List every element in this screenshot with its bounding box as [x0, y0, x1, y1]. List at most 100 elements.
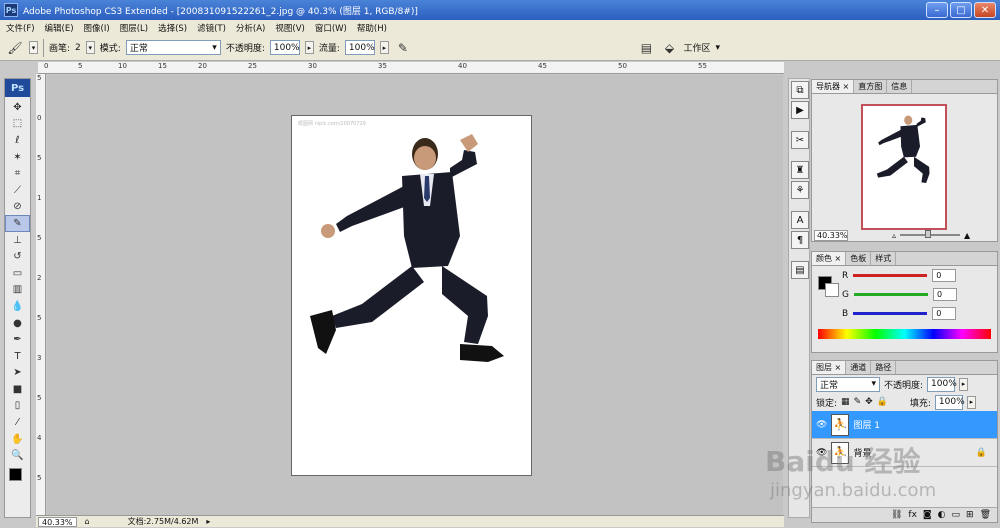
tab-info[interactable]: 信息 — [887, 80, 913, 93]
close-icon[interactable]: × — [835, 363, 842, 372]
tab-styles[interactable]: 样式 — [871, 252, 897, 265]
lasso-tool-icon[interactable]: ℓ — [5, 132, 30, 149]
shape-tool-icon[interactable]: ■ — [5, 381, 30, 398]
foreground-color[interactable] — [9, 468, 22, 482]
menu-layer[interactable]: 图层(L) — [120, 22, 148, 34]
minimize-icon[interactable]: – — [926, 2, 948, 18]
r-input[interactable]: 0 — [932, 269, 957, 282]
brush-picker-arrow[interactable]: ▾ — [85, 41, 95, 54]
fx-icon[interactable]: fx — [908, 510, 917, 520]
close-icon[interactable]: × — [843, 82, 850, 91]
eye-icon[interactable]: 👁 — [816, 420, 827, 430]
notes-tool-icon[interactable]: ▯ — [5, 398, 30, 415]
paragraph-icon[interactable]: ¶ — [791, 231, 809, 249]
g-slider[interactable] — [853, 293, 928, 296]
g-input[interactable]: 0 — [932, 288, 957, 301]
close-icon[interactable]: × — [835, 254, 842, 263]
brush-preset-icon[interactable]: 🖌 — [6, 39, 24, 57]
menu-view[interactable]: 视图(V) — [275, 22, 304, 34]
hand-tool-icon[interactable]: ✋ — [5, 431, 30, 448]
slice-tool-icon[interactable]: ⟋ — [5, 182, 30, 199]
zoom-slider[interactable] — [900, 230, 961, 238]
menu-analysis[interactable]: 分析(A) — [236, 22, 265, 34]
blend-mode-select[interactable]: 正常 ▾ — [816, 376, 880, 392]
type-tool-icon[interactable]: T — [5, 348, 30, 365]
crop-tool-icon[interactable]: ⌗ — [5, 165, 30, 182]
magic-wand-icon[interactable]: ✶ — [5, 149, 30, 166]
background-chip[interactable] — [825, 283, 839, 297]
gradient-tool-icon[interactable]: ▥ — [5, 282, 30, 299]
lock-pixels-icon[interactable]: ✎ — [854, 397, 862, 407]
navigator-zoom-input[interactable]: 40.33% — [814, 229, 848, 241]
blur-tool-icon[interactable]: 💧 — [5, 298, 30, 315]
history-icon[interactable]: ⧉ — [791, 81, 809, 99]
fill-arrow[interactable]: ▸ — [966, 395, 976, 409]
r-slider[interactable] — [853, 274, 928, 277]
healing-brush-icon[interactable]: ⊘ — [5, 199, 30, 216]
opacity-input[interactable]: 100% — [269, 40, 300, 55]
dodge-tool-icon[interactable]: ● — [5, 315, 30, 332]
chevron-down-icon[interactable]: ▾ — [29, 41, 38, 54]
layer-opacity-arrow[interactable]: ▸ — [959, 377, 969, 391]
menu-edit[interactable]: 编辑(E) — [45, 22, 74, 34]
trash-icon[interactable]: 🗑 — [980, 510, 991, 520]
zoom-in-icon[interactable]: ▲ — [964, 231, 970, 240]
opacity-slider-arrow[interactable]: ▸ — [304, 41, 314, 54]
mask-icon[interactable]: ◙ — [923, 510, 932, 520]
workspace-menu[interactable]: 工作区 — [683, 41, 710, 54]
tab-navigator[interactable]: 导航器 × — [812, 80, 855, 93]
navigator-view-box[interactable] — [861, 104, 947, 230]
pen-tool-icon[interactable]: ✒ — [5, 331, 30, 348]
tab-paths[interactable]: 路径 — [871, 361, 897, 374]
maximize-icon[interactable]: □ — [950, 2, 972, 18]
bridge-icon[interactable]: ⬙ — [660, 39, 678, 57]
tab-color[interactable]: 颜色 × — [812, 252, 847, 265]
marquee-tool-icon[interactable]: ⬚ — [5, 116, 30, 133]
layer-comps-icon[interactable]: ▤ — [791, 261, 809, 279]
layer-row-layer1[interactable]: 👁 ⛹ 图层 1 — [812, 411, 997, 439]
menu-file[interactable]: 文件(F) — [6, 22, 35, 34]
eraser-tool-icon[interactable]: ▭ — [5, 265, 30, 282]
close-icon[interactable]: ✕ — [974, 2, 996, 18]
character-icon[interactable]: A — [791, 211, 809, 229]
flow-input[interactable]: 100% — [344, 40, 375, 55]
color-spectrum[interactable] — [818, 329, 991, 339]
group-icon[interactable]: ▭ — [952, 510, 961, 520]
brush-size[interactable]: 2 — [75, 43, 81, 53]
document-canvas[interactable]: 昵图网 nipic.com/20070729 — [291, 115, 532, 476]
tab-layers[interactable]: 图层 × — [812, 361, 847, 374]
status-arrow-icon[interactable]: ▸ — [206, 517, 210, 526]
tool-presets-icon[interactable]: ✂ — [791, 131, 809, 149]
menu-help[interactable]: 帮助(H) — [357, 22, 387, 34]
new-layer-icon[interactable]: ⊞ — [966, 510, 974, 520]
b-slider[interactable] — [853, 312, 928, 315]
lock-all-icon[interactable]: 🔒 — [877, 397, 888, 407]
move-tool-icon[interactable]: ✥ — [5, 99, 30, 116]
zoom-out-icon[interactable]: ▵ — [892, 231, 896, 240]
link-icon[interactable]: ⛓ — [891, 510, 902, 520]
lock-transparent-icon[interactable]: ▦ — [841, 397, 850, 407]
brush-tool-icon[interactable]: ✎ — [5, 215, 30, 232]
airbrush-icon[interactable]: ✎ — [394, 39, 412, 57]
mode-select[interactable]: 正常 ▾ — [125, 40, 221, 55]
layer-row-background[interactable]: 👁 ⛹ 背景 🔒 — [812, 439, 997, 467]
status-icon[interactable]: ⌂ — [85, 517, 90, 526]
b-input[interactable]: 0 — [932, 307, 957, 320]
menu-image[interactable]: 图像(I) — [84, 22, 110, 34]
zoom-slider-thumb[interactable] — [925, 230, 932, 238]
fill-input[interactable]: 100% — [934, 394, 965, 410]
lock-position-icon[interactable]: ✥ — [865, 397, 873, 407]
tab-histogram[interactable]: 直方图 — [854, 80, 888, 93]
tab-swatches[interactable]: 色板 — [846, 252, 872, 265]
flow-slider-arrow[interactable]: ▸ — [379, 41, 389, 54]
path-selection-icon[interactable]: ➤ — [5, 365, 30, 382]
layer-opacity-input[interactable]: 100% — [927, 376, 957, 392]
palette-well-icon[interactable]: ▤ — [637, 39, 655, 57]
eye-icon[interactable]: 👁 — [816, 448, 827, 458]
clone-stamp-icon[interactable]: ⊥ — [5, 232, 30, 249]
eyedropper-icon[interactable]: ⁄ — [5, 414, 30, 431]
menu-window[interactable]: 窗口(W) — [315, 22, 347, 34]
tab-channels[interactable]: 通道 — [846, 361, 872, 374]
zoom-tool-icon[interactable]: 🔍 — [5, 447, 30, 464]
menu-select[interactable]: 选择(S) — [158, 22, 187, 34]
